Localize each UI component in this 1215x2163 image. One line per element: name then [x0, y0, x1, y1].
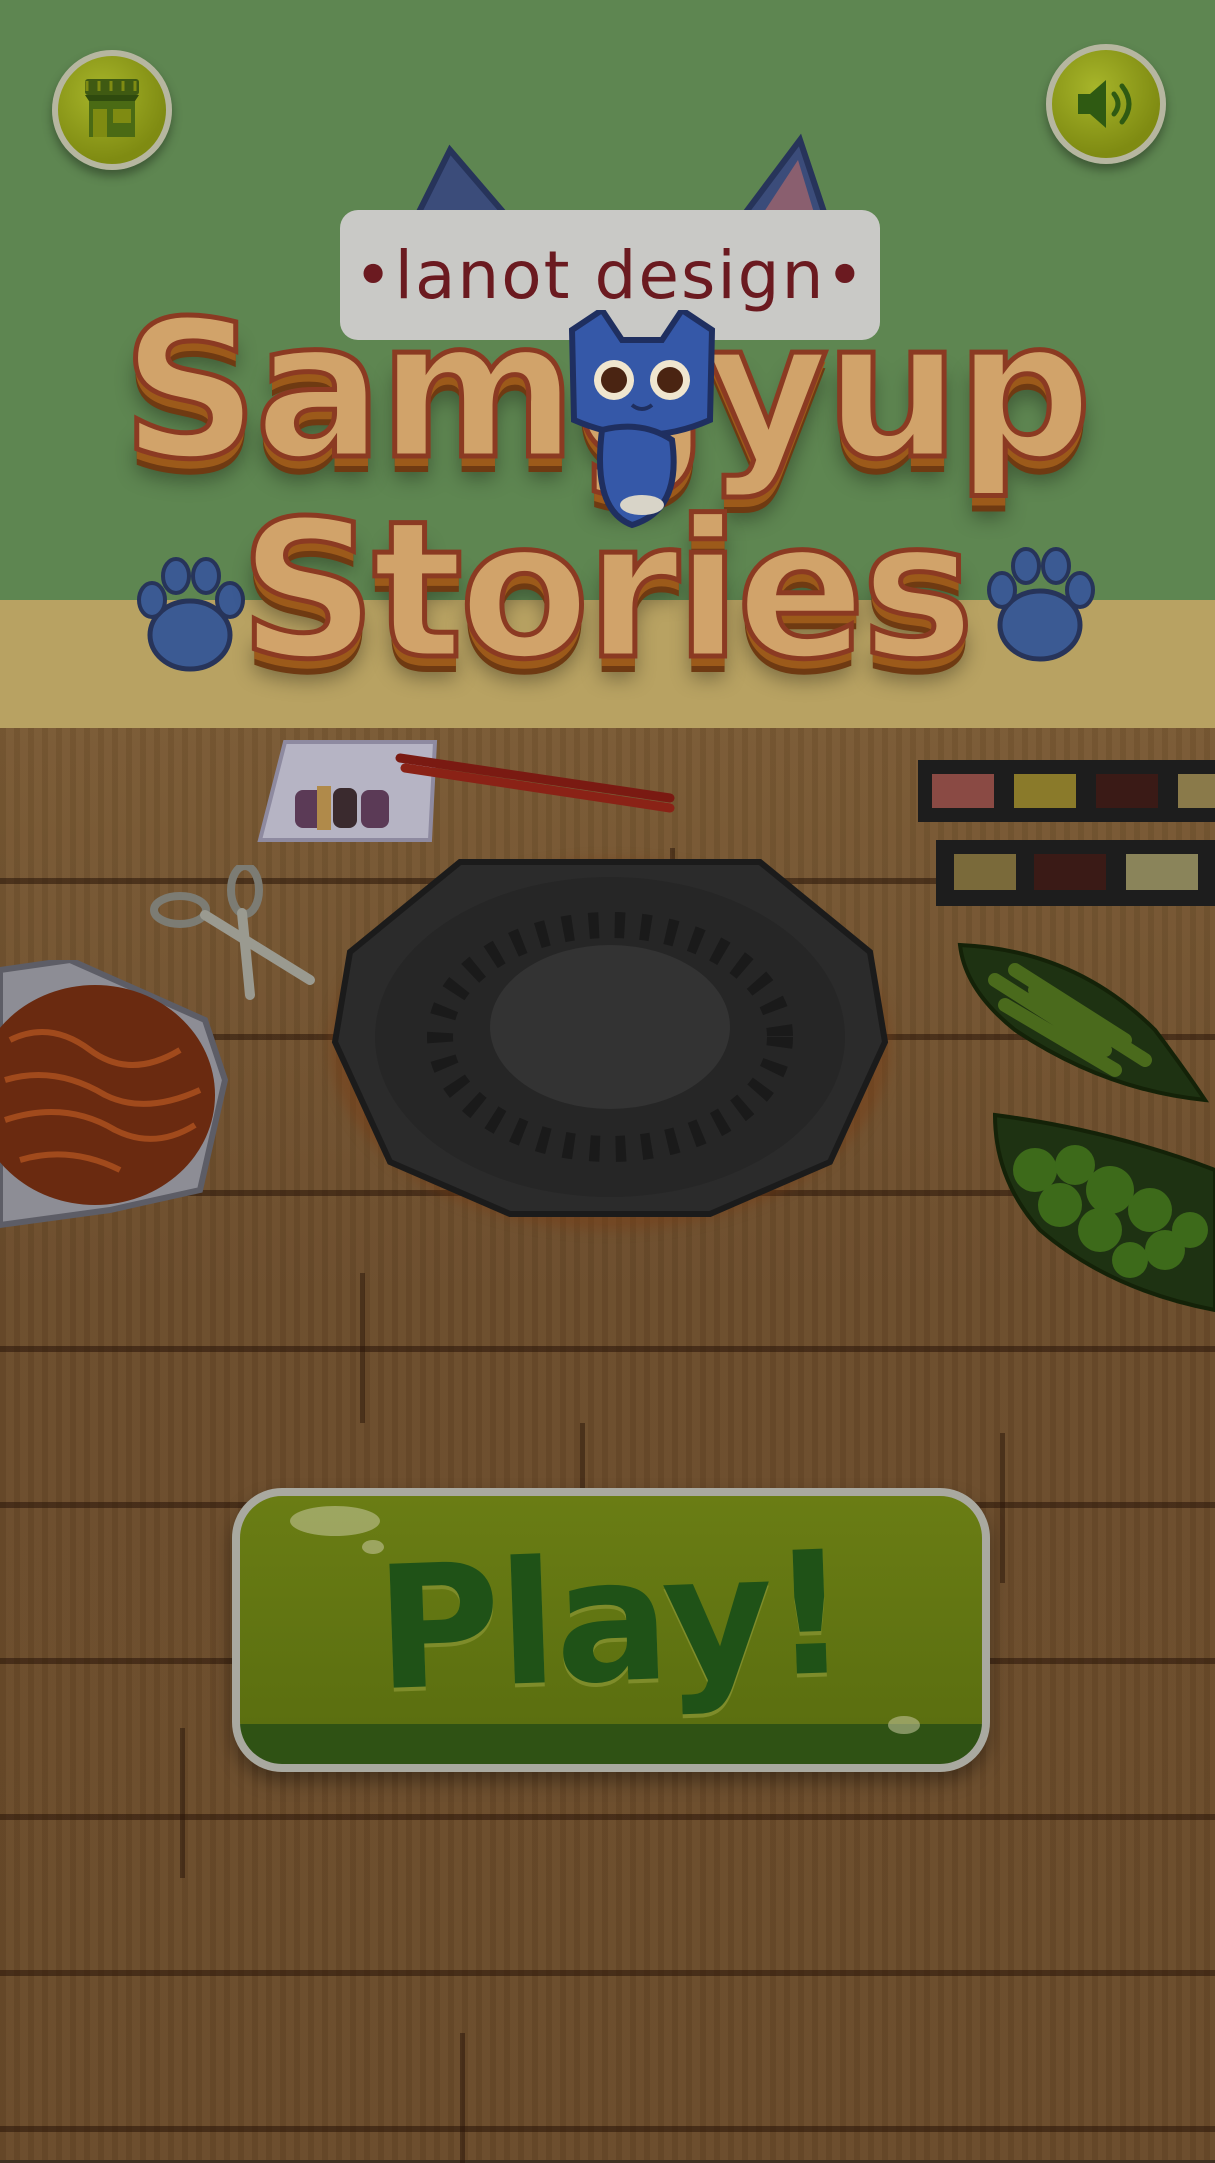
- play-button[interactable]: Play!: [232, 1488, 990, 1772]
- play-button-label: Play!: [372, 1514, 850, 1730]
- plank-seam: [360, 1273, 365, 1423]
- plank-seam: [460, 2033, 465, 2163]
- button-gloss: [888, 1716, 920, 1734]
- broccoli-plate-icon: [992, 1112, 1215, 1313]
- plank-seam: [1000, 1433, 1005, 1583]
- grill-pan-icon: [331, 859, 889, 1217]
- meat-tray-icon: [918, 760, 1215, 906]
- cat-mascot-icon: [568, 310, 716, 529]
- cucumber-plate-icon: [957, 942, 1210, 1103]
- game-logo: •lanot design• Samgyup Stories: [100, 130, 1110, 750]
- plank-seam: [180, 1728, 185, 1878]
- button-gloss: [290, 1506, 380, 1536]
- sauce-tray-icon: [257, 740, 675, 842]
- kimchi-bowl-icon: [0, 960, 229, 1229]
